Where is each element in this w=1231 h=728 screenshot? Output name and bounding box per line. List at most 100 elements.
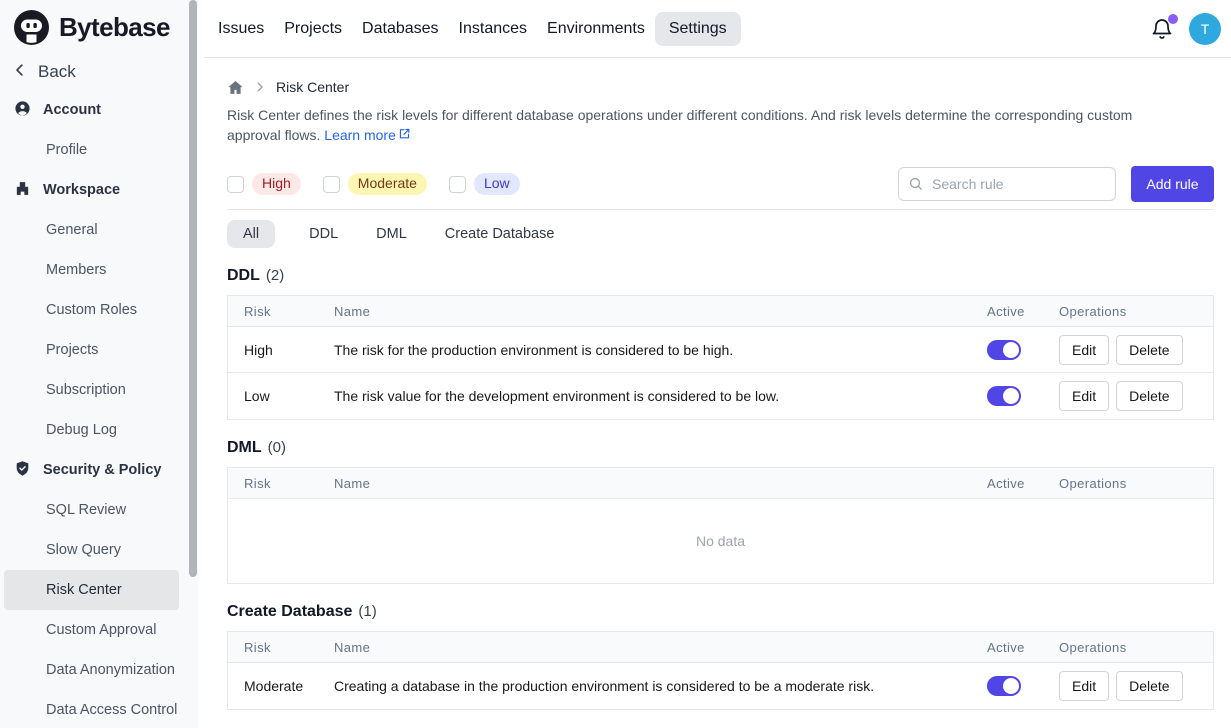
- sidebar-nav: AccountProfileWorkspaceGeneralMembersCus…: [0, 90, 204, 728]
- cell-operations: EditDelete: [1057, 381, 1213, 411]
- nav-item-environments[interactable]: Environments: [537, 12, 655, 46]
- bytebase-robot-icon: [13, 9, 50, 46]
- category-tabs: All DDL DML Create Database: [227, 220, 1214, 248]
- rule-table: RiskNameActiveOperationsModerateCreating…: [227, 631, 1214, 710]
- sidebar-item-projects[interactable]: Projects: [4, 330, 179, 370]
- section-dml: DML(0) RiskNameActiveOperationsNo data: [227, 439, 1214, 584]
- risk-level-filters: High Moderate Low: [227, 173, 542, 195]
- filter-level-high: High: [227, 173, 301, 195]
- sidebar-item-subscription[interactable]: Subscription: [4, 370, 179, 410]
- cell-name: The risk for the production environment …: [334, 342, 967, 358]
- topnav-items: IssuesProjectsDatabasesInstancesEnvironm…: [208, 12, 741, 46]
- home-icon[interactable]: [227, 79, 244, 96]
- col-header-active: Active: [967, 640, 1057, 655]
- user-icon: [14, 100, 31, 121]
- external-link-icon: [397, 125, 411, 145]
- cell-name: The risk value for the development envir…: [334, 388, 967, 404]
- risk-badge-moderate: Moderate: [348, 173, 427, 195]
- active-toggle[interactable]: [987, 676, 1021, 696]
- delete-button[interactable]: Delete: [1116, 335, 1182, 365]
- app-logo[interactable]: Bytebase: [0, 0, 204, 54]
- tab-all[interactable]: All: [227, 220, 275, 248]
- tab-ddl[interactable]: DDL: [305, 220, 342, 248]
- sidebar-item-custom-approval[interactable]: Custom Approval: [4, 610, 179, 650]
- nav-item-issues[interactable]: Issues: [208, 12, 274, 46]
- risk-badge-low: Low: [474, 173, 520, 195]
- filter-level-low: Low: [449, 173, 520, 195]
- shield-check-icon: [14, 460, 31, 481]
- brand-name: Bytebase: [59, 12, 170, 43]
- sidebar-item-data-access-control[interactable]: Data Access Control: [4, 690, 179, 728]
- checkbox-low[interactable]: [449, 176, 466, 193]
- risk-badge-high: High: [252, 173, 301, 195]
- empty-state: No data: [228, 499, 1213, 583]
- nav-item-settings[interactable]: Settings: [655, 12, 741, 46]
- notification-button[interactable]: [1150, 17, 1174, 41]
- sidebar-item-custom-roles[interactable]: Custom Roles: [4, 290, 179, 330]
- sidebar-item-profile[interactable]: Profile: [4, 130, 179, 170]
- toggle-knob: [1003, 388, 1019, 404]
- sidebar-item-members[interactable]: Members: [4, 250, 179, 290]
- sidebar-item-sql-review[interactable]: SQL Review: [4, 490, 179, 530]
- add-rule-button[interactable]: Add rule: [1131, 166, 1214, 202]
- sidebar-item-risk-center[interactable]: Risk Center: [4, 570, 179, 610]
- table-row: LowThe risk value for the development en…: [228, 373, 1213, 419]
- col-header-active: Active: [967, 476, 1057, 491]
- sidebar-section-label: Security & Policy: [43, 462, 161, 478]
- edit-button[interactable]: Edit: [1059, 381, 1109, 411]
- table-header-row: RiskNameActiveOperations: [228, 632, 1213, 663]
- sidebar-section-account: Account: [0, 90, 204, 130]
- col-header-risk: Risk: [228, 304, 334, 319]
- col-header-operations: Operations: [1057, 304, 1213, 319]
- breadcrumb: Risk Center: [227, 77, 1214, 97]
- chevron-right-icon: [253, 80, 267, 94]
- section-heading: Create Database (1): [227, 603, 1214, 621]
- breadcrumb-current: Risk Center: [276, 79, 349, 95]
- bell-icon: [1150, 28, 1174, 44]
- active-toggle[interactable]: [987, 386, 1021, 406]
- learn-more-label: Learn more: [324, 125, 396, 145]
- delete-button[interactable]: Delete: [1116, 381, 1182, 411]
- col-header-operations: Operations: [1057, 476, 1213, 491]
- checkbox-high[interactable]: [227, 176, 244, 193]
- search-input[interactable]: [898, 167, 1116, 201]
- tab-create-database[interactable]: Create Database: [441, 220, 559, 248]
- edit-button[interactable]: Edit: [1059, 671, 1109, 701]
- active-toggle[interactable]: [987, 340, 1021, 360]
- section-title: Create Database: [227, 603, 352, 621]
- nav-item-projects[interactable]: Projects: [274, 12, 352, 46]
- topbar-right: T: [1150, 13, 1221, 45]
- sidebar-item-debug-log[interactable]: Debug Log: [4, 410, 179, 450]
- sidebar-item-slow-query[interactable]: Slow Query: [4, 530, 179, 570]
- nav-item-databases[interactable]: Databases: [352, 12, 449, 46]
- delete-button[interactable]: Delete: [1116, 671, 1182, 701]
- notification-dot: [1168, 14, 1178, 24]
- section-heading: DML(0): [227, 439, 1214, 457]
- checkbox-moderate[interactable]: [323, 176, 340, 193]
- tab-dml[interactable]: DML: [372, 220, 411, 248]
- sidebar-section-label: Workspace: [43, 182, 120, 198]
- rule-table: RiskNameActiveOperationsHighThe risk for…: [227, 295, 1214, 420]
- back-button[interactable]: Back: [0, 54, 204, 90]
- divider: [227, 209, 1214, 210]
- section-count: (1): [358, 603, 376, 620]
- page-description: Risk Center defines the risk levels for …: [227, 105, 1185, 145]
- section-title: DDL: [227, 267, 260, 285]
- nav-item-instances[interactable]: Instances: [449, 12, 537, 46]
- edit-button[interactable]: Edit: [1059, 335, 1109, 365]
- sidebar-section-workspace: Workspace: [0, 170, 204, 210]
- sidebar-scrollbar-thumb[interactable]: [189, 0, 197, 577]
- avatar[interactable]: T: [1189, 13, 1221, 45]
- table-header-row: RiskNameActiveOperations: [228, 468, 1213, 499]
- rule-sections: DDL (2) RiskNameActiveOperationsHighThe ri…: [227, 267, 1214, 710]
- sidebar-item-general[interactable]: General: [4, 210, 179, 250]
- section-count: (2): [266, 267, 284, 284]
- search-box: [898, 167, 1116, 201]
- sidebar-section-security-policy: Security & Policy: [0, 450, 204, 490]
- sidebar-item-data-anonymization[interactable]: Data Anonymization: [4, 650, 179, 690]
- sidebar-section-label: Account: [43, 102, 101, 118]
- col-header-active: Active: [967, 304, 1057, 319]
- cell-risk: Low: [228, 388, 334, 404]
- learn-more-link[interactable]: Learn more: [324, 125, 411, 145]
- cell-operations: EditDelete: [1057, 671, 1213, 701]
